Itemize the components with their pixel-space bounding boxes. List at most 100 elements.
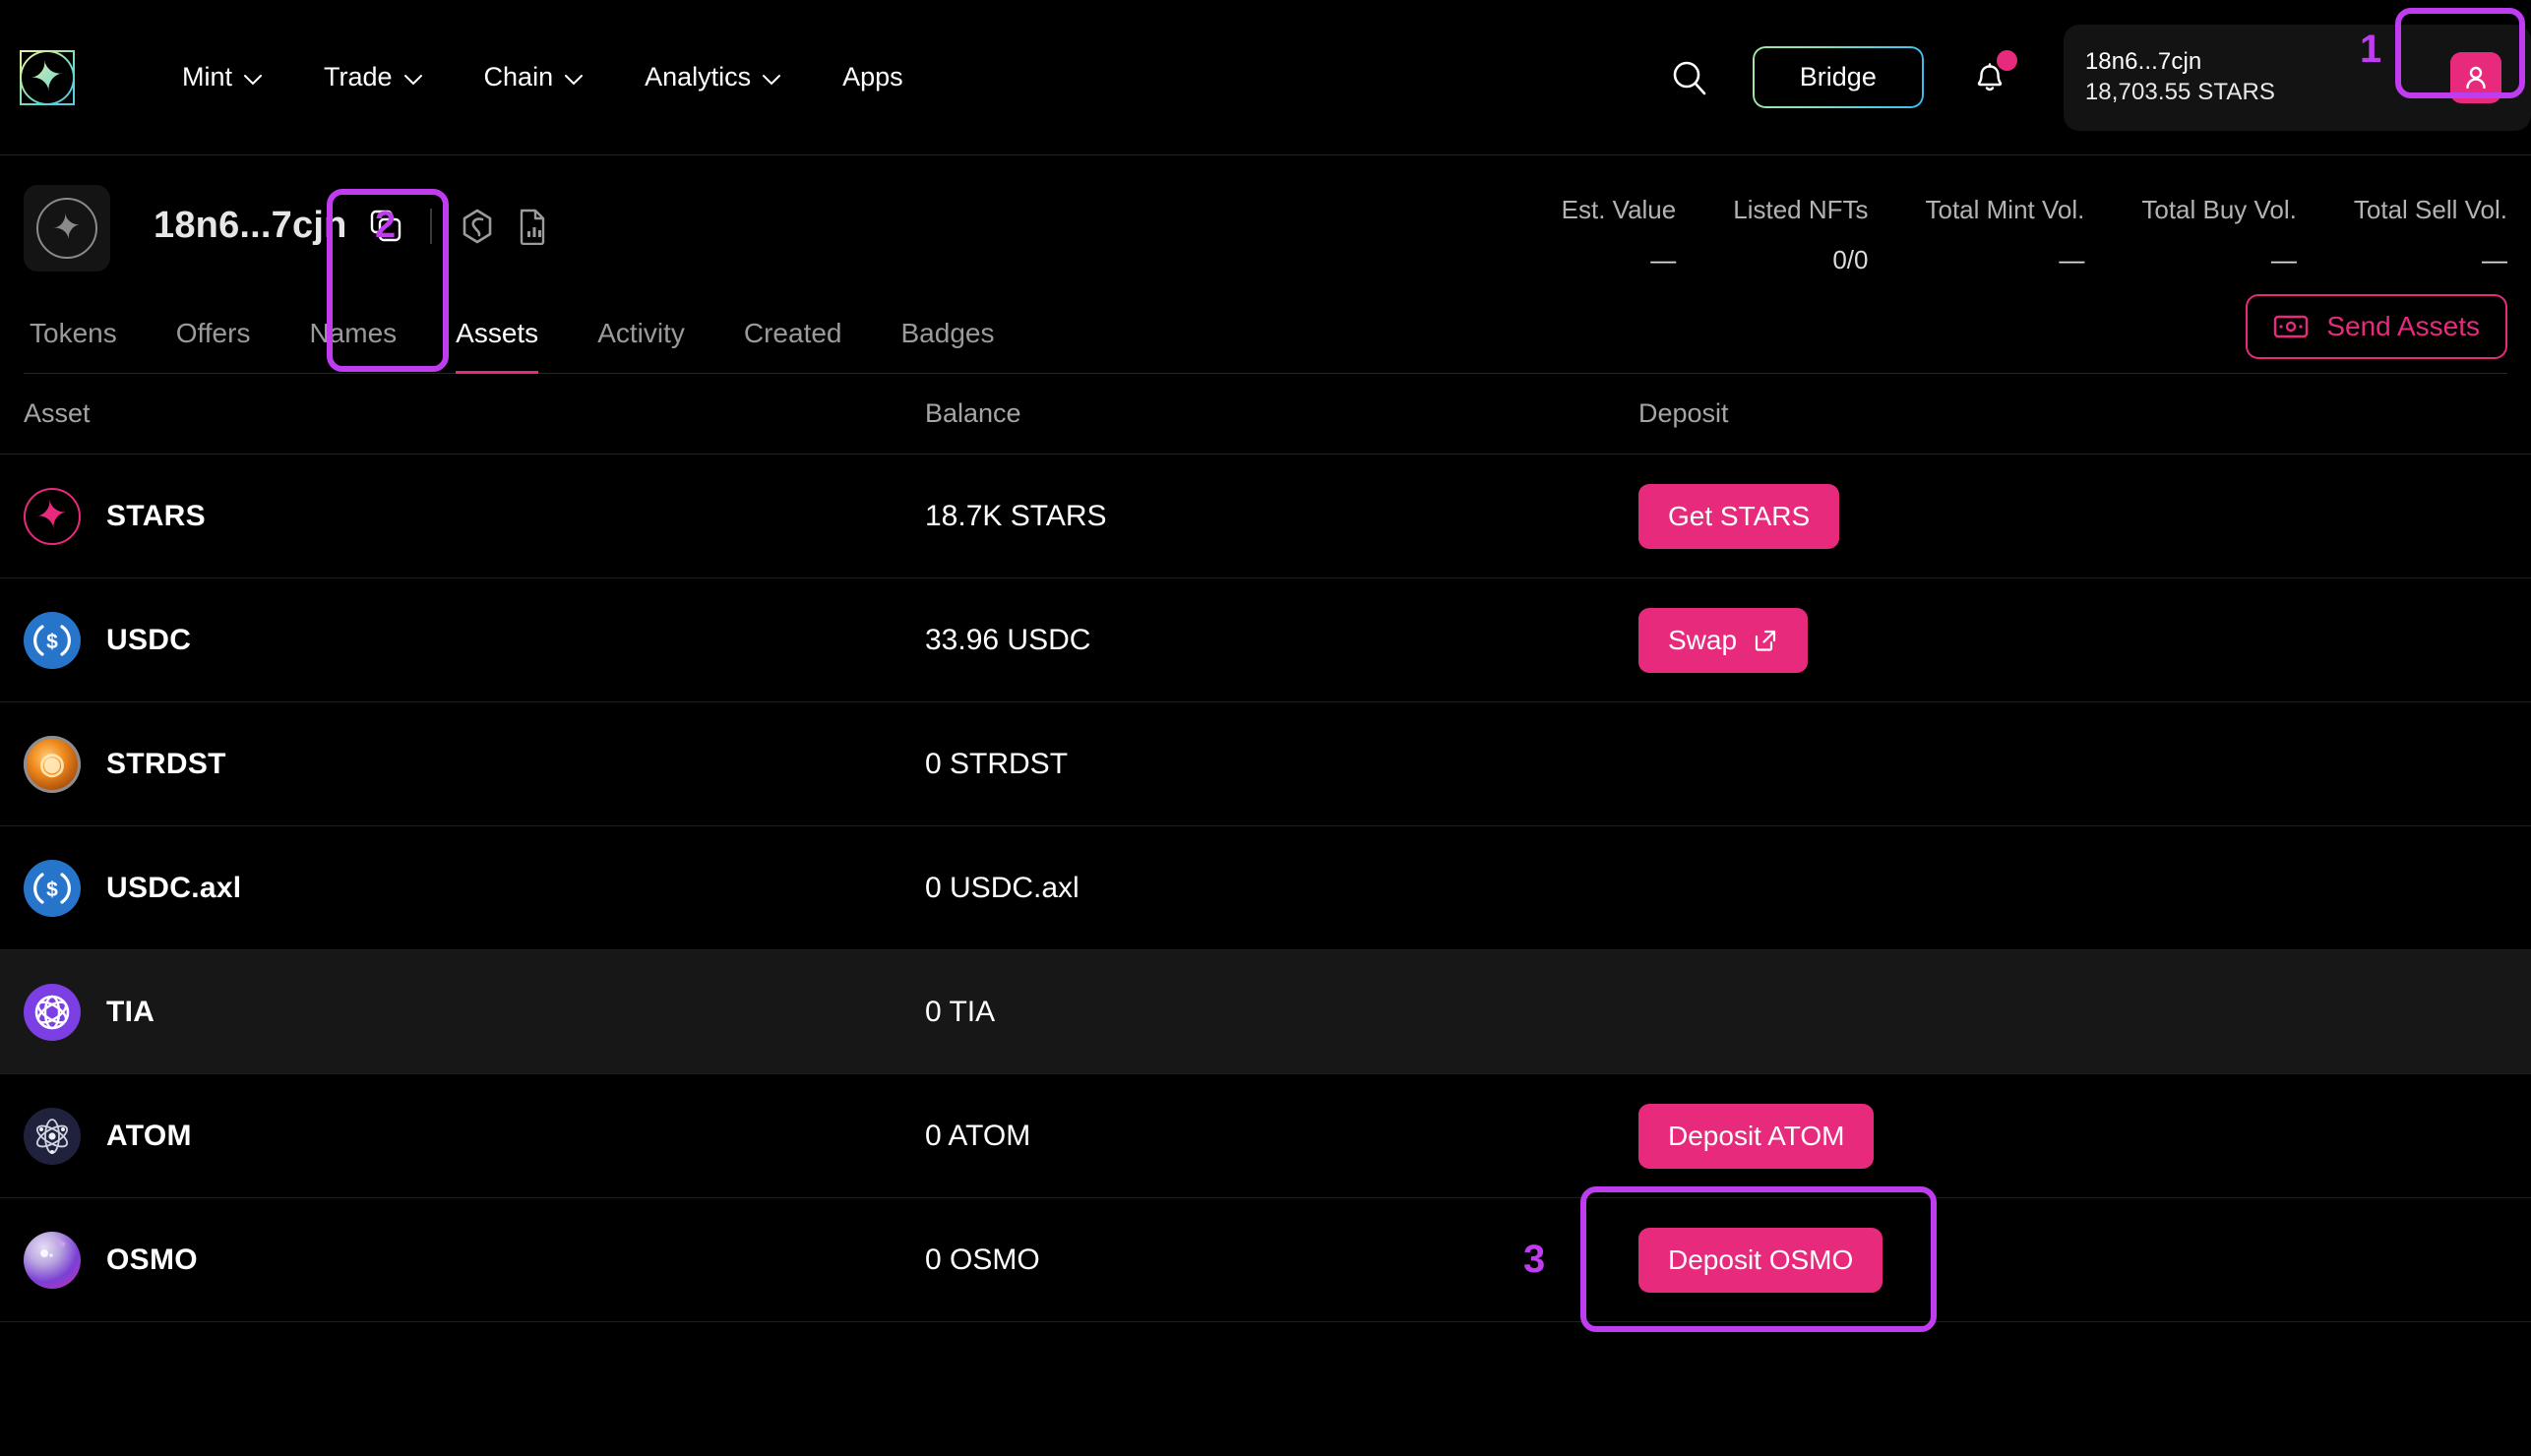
search-icon[interactable] xyxy=(1664,52,1715,103)
nav-item-apps[interactable]: Apps xyxy=(812,52,934,102)
button-label: Swap xyxy=(1668,624,1738,655)
tab-names[interactable]: Names xyxy=(279,318,426,373)
nav-item-label: Mint xyxy=(182,62,233,91)
banknote-icon xyxy=(2274,315,2309,338)
asset-cell: ✦ STARS xyxy=(24,487,925,545)
stat-value: — xyxy=(2059,245,2085,274)
wallet-widget[interactable]: 18n6...7cjn 18,703.55 STARS xyxy=(2063,24,2531,131)
profile-identity: 18n6...7cjn xyxy=(154,205,548,247)
divider xyxy=(429,208,432,244)
tab-label: Tokens xyxy=(30,318,117,348)
asset-cell: TIA xyxy=(24,983,925,1041)
profile-avatar: ✦ xyxy=(24,185,110,272)
table-row[interactable]: $ USDC 33.96 USDC Swap xyxy=(0,578,2531,702)
profile-stats: Est. Value — Listed NFTs 0/0 Total Mint … xyxy=(1505,185,2507,275)
star-glyph: ✦ xyxy=(32,491,72,539)
table-row[interactable]: $ USDC.axl 0 USDC.axl xyxy=(0,826,2531,950)
osmo-coin-icon xyxy=(24,1231,81,1289)
usdc-axl-coin-icon: $ xyxy=(24,859,81,917)
nav-item-label: Analytics xyxy=(645,62,752,91)
dollar-circle-glyph: $ xyxy=(33,872,71,904)
stat-value: — xyxy=(2482,245,2507,274)
svg-text:$: $ xyxy=(46,631,58,653)
table-row[interactable]: ✦ STARS 18.7K STARS Get STARS xyxy=(0,455,2531,578)
profile-top-row: ✦ 18n6...7cjn Est. Value — Listed NFTs 0… xyxy=(24,155,2507,275)
bridge-button-label: Bridge xyxy=(1799,62,1877,91)
copy-address-button[interactable] xyxy=(369,209,402,244)
profile-header: ✦ 18n6...7cjn Est. Value — Listed NFTs 0… xyxy=(0,155,2531,374)
tab-activity[interactable]: Activity xyxy=(568,318,714,373)
stars-coin-icon: ✦ xyxy=(24,487,81,545)
nav-item-label: Chain xyxy=(483,62,554,91)
column-header-balance: Balance xyxy=(925,398,1021,428)
notifications-button[interactable] xyxy=(1965,49,2017,103)
asset-name: ATOM xyxy=(106,1119,192,1152)
stat-total-sell-vol: Total Sell Vol. — xyxy=(2297,195,2507,275)
nav-item-analytics[interactable]: Analytics xyxy=(614,52,812,102)
star-avatar-icon: ✦ xyxy=(36,198,97,259)
profile-address: 18n6...7cjn xyxy=(154,205,347,246)
deposit-osmo-button[interactable]: Deposit OSMO xyxy=(1638,1227,1883,1293)
strdst-coin-icon: ◉ xyxy=(24,735,81,793)
explorer-link-button[interactable] xyxy=(460,208,495,245)
usdc-coin-icon: $ xyxy=(24,611,81,669)
deposit-cell: Deposit ATOM xyxy=(1638,1103,2507,1169)
tab-tokens[interactable]: Tokens xyxy=(30,318,147,373)
stat-label: Est. Value xyxy=(1561,195,1677,224)
table-row[interactable]: TIA 0 TIA xyxy=(0,950,2531,1074)
starglaze-logo-icon[interactable]: ✦ xyxy=(20,49,75,105)
tab-created[interactable]: Created xyxy=(714,318,872,373)
wallet-avatar-button[interactable] xyxy=(2450,51,2501,103)
tab-offers[interactable]: Offers xyxy=(147,318,280,373)
user-icon xyxy=(2466,66,2486,89)
column-header-asset: Asset xyxy=(24,398,91,428)
stat-est-value: Est. Value — xyxy=(1505,195,1677,275)
asset-name: USDC.axl xyxy=(106,871,242,904)
deposit-cell: Get STARS xyxy=(1638,483,2507,549)
nav-item-label: Trade xyxy=(324,62,393,91)
column-header-deposit: Deposit xyxy=(1638,398,1729,428)
top-navigation-bar: ✦ Mint Trade Chain Analytics Apps Bridge… xyxy=(0,0,2531,155)
tia-coin-icon xyxy=(24,983,81,1041)
chevron-down-icon xyxy=(403,74,422,85)
tab-label: Badges xyxy=(900,318,995,348)
table-row[interactable]: OSMO 0 OSMO Deposit OSMO 3 xyxy=(0,1186,2531,1332)
stat-value: 0/0 xyxy=(1832,245,1869,274)
stat-listed-nfts: Listed NFTs 0/0 xyxy=(1676,195,1868,275)
report-button[interactable] xyxy=(517,208,548,245)
table-row[interactable]: ◉ STRDST 0 STRDST xyxy=(0,702,2531,826)
swap-button[interactable]: Swap xyxy=(1638,607,1809,673)
spiral-glyph: ◉ xyxy=(38,748,66,780)
notification-dot xyxy=(1996,49,2017,71)
deposit-cell: Swap xyxy=(1638,607,2507,673)
tab-assets[interactable]: Assets xyxy=(426,318,568,374)
button-label: Get STARS xyxy=(1668,500,1811,531)
avatar-star-glyph: ✦ xyxy=(49,205,85,249)
tab-label: Activity xyxy=(597,318,685,348)
asset-cell: OSMO xyxy=(24,1231,925,1289)
send-assets-button[interactable]: Send Assets xyxy=(2246,294,2507,359)
asset-name: USDC xyxy=(106,623,192,656)
balance-cell: 33.96 USDC xyxy=(925,623,1091,656)
nav-item-trade[interactable]: Trade xyxy=(293,52,454,102)
bridge-button[interactable]: Bridge xyxy=(1752,46,1924,108)
chevron-down-icon xyxy=(763,74,781,85)
nav-item-mint[interactable]: Mint xyxy=(152,52,293,102)
atom-orbit-glyph xyxy=(35,1118,69,1154)
logo-star-glyph: ✦ xyxy=(27,50,68,101)
asset-cell: ATOM xyxy=(24,1107,925,1165)
balance-cell: 0 USDC.axl xyxy=(925,871,1080,904)
copy-icon xyxy=(370,210,401,241)
nav-item-chain[interactable]: Chain xyxy=(454,52,615,102)
get-stars-button[interactable]: Get STARS xyxy=(1638,483,1840,549)
tab-badges[interactable]: Badges xyxy=(872,318,1024,373)
external-link-icon xyxy=(1755,630,1776,651)
stat-label: Total Buy Vol. xyxy=(2141,195,2297,224)
tab-label: Created xyxy=(743,318,842,348)
button-label: Deposit OSMO xyxy=(1668,1244,1854,1275)
search-glyph xyxy=(1673,61,1706,94)
tab-label: Assets xyxy=(456,318,539,348)
table-row[interactable]: ATOM 0 ATOM Deposit ATOM xyxy=(0,1074,2531,1198)
deposit-atom-button[interactable]: Deposit ATOM xyxy=(1638,1103,1875,1169)
asset-cell: $ USDC.axl xyxy=(24,859,925,917)
